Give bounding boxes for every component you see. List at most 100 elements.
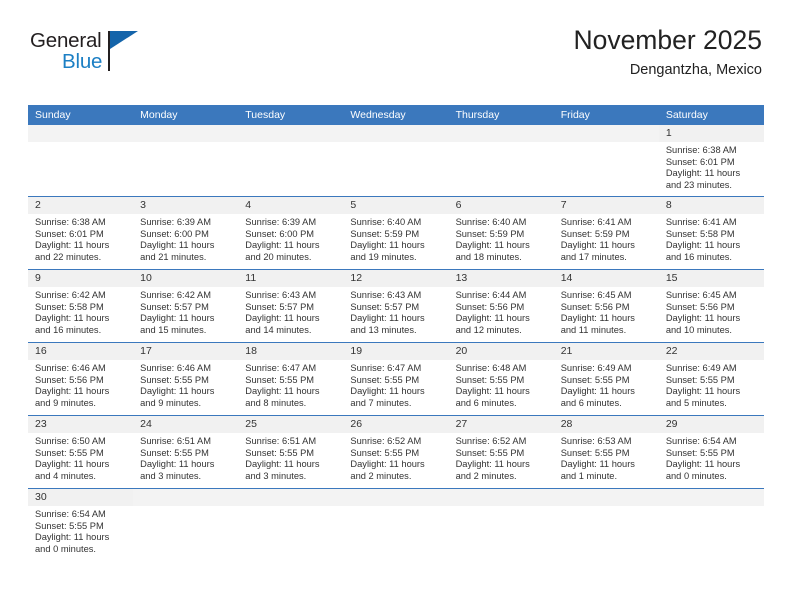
sunrise-text: Sunrise: 6:42 AM bbox=[35, 290, 106, 300]
sunrise-text: Sunrise: 6:38 AM bbox=[665, 145, 737, 155]
sunrise-text: Sunrise: 6:51 AM bbox=[245, 436, 317, 446]
daylight-text-line2: and 2 minutes. bbox=[455, 470, 517, 481]
sunset-text: Sunset: 5:56 PM bbox=[560, 301, 630, 312]
daylight-text-line1: Daylight: 11 hours bbox=[245, 313, 320, 324]
day-cell[interactable]: 24 Sunrise: 6:51 AM Sunset: 5:55 PM Dayl… bbox=[133, 416, 239, 488]
day-cell[interactable] bbox=[448, 125, 554, 196]
day-cell[interactable] bbox=[658, 489, 764, 569]
day-cell[interactable]: 13 Sunrise: 6:44 AM Sunset: 5:56 PM Dayl… bbox=[448, 270, 554, 342]
day-cell[interactable]: 15 Sunrise: 6:45 AM Sunset: 5:56 PM Dayl… bbox=[658, 270, 764, 342]
day-cell[interactable]: 22 Sunrise: 6:49 AM Sunset: 5:55 PM Dayl… bbox=[658, 343, 764, 415]
logo-text-general: General bbox=[30, 29, 102, 52]
day-cell[interactable] bbox=[28, 125, 134, 196]
daylight-text-line2: and 8 minutes. bbox=[245, 397, 307, 408]
day-details bbox=[343, 142, 448, 145]
daylight-text-line1: Daylight: 11 hours bbox=[560, 386, 635, 397]
sunset-text: Sunset: 5:56 PM bbox=[35, 374, 104, 385]
day-cell[interactable]: 3 Sunrise: 6:39 AM Sunset: 6:00 PM Dayli… bbox=[133, 197, 239, 269]
day-cell[interactable]: 10 Sunrise: 6:42 AM Sunset: 5:57 PM Dayl… bbox=[133, 270, 239, 342]
daylight-text-line1: Daylight: 11 hours bbox=[350, 459, 425, 470]
daylight-text-line2: and 9 minutes. bbox=[35, 397, 96, 408]
weekday-header-wednesday: Wednesday bbox=[350, 109, 406, 121]
sunrise-text: Sunrise: 6:47 AM bbox=[245, 363, 317, 373]
daylight-text-line1: Daylight: 11 hours bbox=[35, 386, 110, 397]
day-cell[interactable]: 16 Sunrise: 6:46 AM Sunset: 5:56 PM Dayl… bbox=[28, 343, 134, 415]
day-cell[interactable] bbox=[553, 489, 659, 569]
day-cell[interactable]: 27 Sunrise: 6:52 AM Sunset: 5:55 PM Dayl… bbox=[448, 416, 554, 488]
day-cell[interactable]: 7 Sunrise: 6:41 AM Sunset: 5:59 PM Dayli… bbox=[553, 197, 659, 269]
weekday-header-friday: Friday bbox=[560, 109, 590, 121]
sunset-text: Sunset: 5:55 PM bbox=[350, 374, 420, 385]
day-cell[interactable] bbox=[238, 489, 344, 569]
week-row: 30 Sunrise: 6:54 AM Sunset: 5:55 PM Dayl… bbox=[28, 489, 764, 569]
day-number: 12 bbox=[343, 270, 449, 287]
day-cell[interactable]: 25 Sunrise: 6:51 AM Sunset: 5:55 PM Dayl… bbox=[238, 416, 344, 488]
day-cell[interactable]: 11 Sunrise: 6:43 AM Sunset: 5:57 PM Dayl… bbox=[238, 270, 344, 342]
sunrise-text: Sunrise: 6:53 AM bbox=[560, 436, 632, 446]
day-cell[interactable]: 17 Sunrise: 6:46 AM Sunset: 5:55 PM Dayl… bbox=[133, 343, 239, 415]
sunset-text: Sunset: 5:55 PM bbox=[35, 520, 104, 531]
day-details: Sunrise: 6:46 AM Sunset: 5:56 PM Dayligh… bbox=[28, 360, 133, 409]
day-cell[interactable]: 26 Sunrise: 6:52 AM Sunset: 5:55 PM Dayl… bbox=[343, 416, 449, 488]
day-cell[interactable]: 9 Sunrise: 6:42 AM Sunset: 5:58 PM Dayli… bbox=[28, 270, 134, 342]
day-details: Sunrise: 6:44 AM Sunset: 5:56 PM Dayligh… bbox=[449, 287, 554, 336]
day-cell[interactable]: 2 Sunrise: 6:38 AM Sunset: 6:01 PM Dayli… bbox=[28, 197, 134, 269]
daylight-text-line1: Daylight: 11 hours bbox=[140, 386, 215, 397]
sunrise-text: Sunrise: 6:40 AM bbox=[455, 217, 527, 227]
sunset-text: Sunset: 6:00 PM bbox=[245, 228, 315, 239]
day-cell[interactable] bbox=[133, 125, 239, 196]
day-details: Sunrise: 6:52 AM Sunset: 5:55 PM Dayligh… bbox=[343, 433, 448, 482]
day-cell[interactable]: 20 Sunrise: 6:48 AM Sunset: 5:55 PM Dayl… bbox=[448, 343, 554, 415]
day-cell[interactable]: 4 Sunrise: 6:39 AM Sunset: 6:00 PM Dayli… bbox=[238, 197, 344, 269]
logo-text-blue: Blue bbox=[62, 50, 103, 73]
day-cell[interactable] bbox=[133, 489, 239, 569]
day-number: 10 bbox=[133, 270, 239, 287]
day-cell[interactable]: 23 Sunrise: 6:50 AM Sunset: 5:55 PM Dayl… bbox=[28, 416, 134, 488]
day-cell[interactable]: 5 Sunrise: 6:40 AM Sunset: 5:59 PM Dayli… bbox=[343, 197, 449, 269]
day-cell[interactable] bbox=[343, 489, 449, 569]
day-number: 6 bbox=[448, 197, 554, 214]
sunset-text: Sunset: 5:55 PM bbox=[455, 447, 525, 458]
day-cell[interactable] bbox=[448, 489, 554, 569]
daylight-text-line2: and 3 minutes. bbox=[245, 470, 307, 481]
day-details: Sunrise: 6:39 AM Sunset: 6:00 PM Dayligh… bbox=[133, 214, 238, 263]
daylight-text-line1: Daylight: 11 hours bbox=[665, 240, 741, 251]
day-details: Sunrise: 6:42 AM Sunset: 5:57 PM Dayligh… bbox=[133, 287, 238, 336]
day-cell[interactable]: 28 Sunrise: 6:53 AM Sunset: 5:55 PM Dayl… bbox=[553, 416, 659, 488]
general-blue-logo[interactable]: General Blue bbox=[30, 24, 160, 80]
day-cell[interactable]: 1 Sunrise: 6:38 AM Sunset: 6:01 PM Dayli… bbox=[658, 125, 764, 196]
daylight-text-line2: and 18 minutes. bbox=[455, 251, 522, 262]
daylight-text-line2: and 13 minutes. bbox=[350, 324, 417, 335]
day-number bbox=[238, 125, 344, 142]
day-cell[interactable]: 14 Sunrise: 6:45 AM Sunset: 5:56 PM Dayl… bbox=[553, 270, 659, 342]
day-cell[interactable] bbox=[553, 125, 659, 196]
day-details: Sunrise: 6:40 AM Sunset: 5:59 PM Dayligh… bbox=[343, 214, 448, 263]
daylight-text-line1: Daylight: 11 hours bbox=[455, 313, 530, 324]
day-number: 25 bbox=[238, 416, 344, 433]
day-cell[interactable]: 8 Sunrise: 6:41 AM Sunset: 5:58 PM Dayli… bbox=[658, 197, 764, 269]
week-row: 9 Sunrise: 6:42 AM Sunset: 5:58 PM Dayli… bbox=[28, 270, 764, 343]
day-cell[interactable]: 12 Sunrise: 6:43 AM Sunset: 5:57 PM Dayl… bbox=[343, 270, 449, 342]
day-cell[interactable] bbox=[238, 125, 344, 196]
day-number bbox=[448, 125, 554, 142]
daylight-text-line1: Daylight: 11 hours bbox=[665, 168, 741, 179]
day-cell[interactable]: 6 Sunrise: 6:40 AM Sunset: 5:59 PM Dayli… bbox=[448, 197, 554, 269]
day-cell[interactable]: 19 Sunrise: 6:47 AM Sunset: 5:55 PM Dayl… bbox=[343, 343, 449, 415]
day-cell[interactable]: 29 Sunrise: 6:54 AM Sunset: 5:55 PM Dayl… bbox=[658, 416, 764, 488]
day-cell[interactable] bbox=[343, 125, 449, 196]
sunset-text: Sunset: 5:55 PM bbox=[665, 447, 735, 458]
day-cell[interactable]: 30 Sunrise: 6:54 AM Sunset: 5:55 PM Dayl… bbox=[28, 489, 134, 569]
day-number: 19 bbox=[343, 343, 449, 360]
weekday-header-tuesday: Tuesday bbox=[245, 109, 286, 121]
sunrise-text: Sunrise: 6:48 AM bbox=[455, 363, 527, 373]
sunrise-text: Sunrise: 6:52 AM bbox=[455, 436, 527, 446]
day-number: 29 bbox=[658, 416, 764, 433]
daylight-text-line2: and 10 minutes. bbox=[665, 324, 732, 335]
sunrise-text: Sunrise: 6:39 AM bbox=[245, 217, 317, 227]
daylight-text-line2: and 6 minutes. bbox=[560, 397, 622, 408]
sunrise-text: Sunrise: 6:47 AM bbox=[350, 363, 422, 373]
day-cell[interactable]: 21 Sunrise: 6:49 AM Sunset: 5:55 PM Dayl… bbox=[553, 343, 659, 415]
day-number bbox=[28, 125, 134, 142]
day-cell[interactable]: 18 Sunrise: 6:47 AM Sunset: 5:55 PM Dayl… bbox=[238, 343, 344, 415]
day-details: Sunrise: 6:45 AM Sunset: 5:56 PM Dayligh… bbox=[659, 287, 764, 336]
